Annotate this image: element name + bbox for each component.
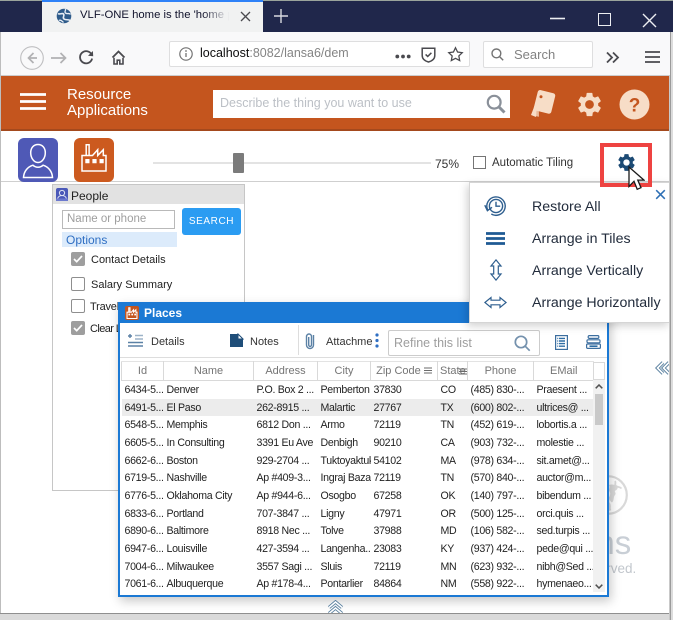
- svg-text:?: ?: [629, 96, 641, 117]
